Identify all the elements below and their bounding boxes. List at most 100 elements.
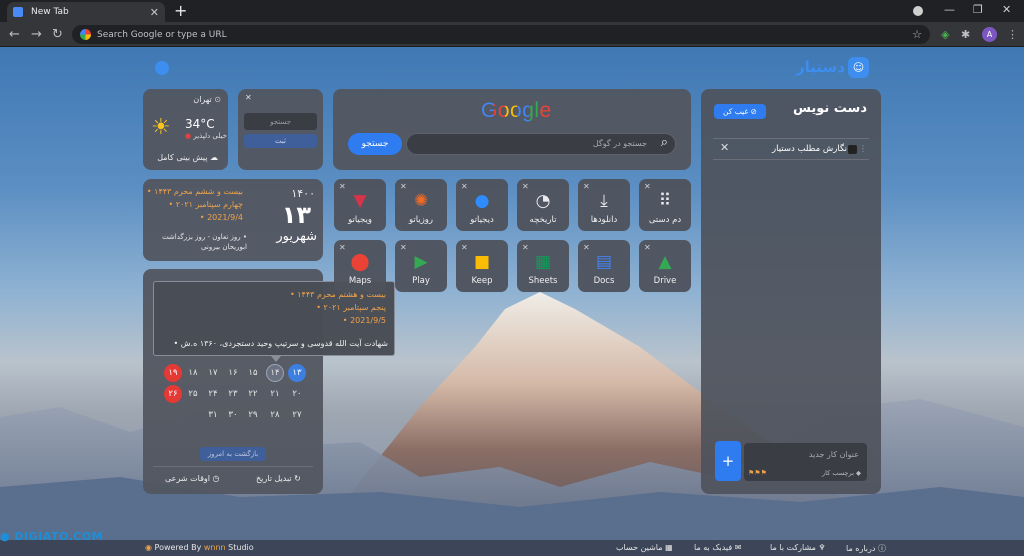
forecast-link[interactable]: پیش بینی کامل ☁ (157, 153, 218, 162)
shortcut-remove-icon[interactable]: ✕ (644, 182, 651, 191)
avatar[interactable]: A (982, 27, 997, 42)
current-month: شهریور (276, 229, 317, 244)
logo-icon[interactable]: ☺ (848, 57, 869, 78)
about-link[interactable]: درباره ما ⓘ (846, 543, 886, 554)
hijri-date: بیست و ششم محرم ۱۴۴۳ (154, 187, 243, 196)
shortcut-remove-icon[interactable]: ✕ (339, 243, 346, 252)
extension-icon[interactable]: ◈ (941, 28, 949, 41)
puzzle-icon[interactable]: ✱ (961, 28, 970, 41)
quick-note-submit-button[interactable]: ثبت (244, 134, 317, 148)
calendar-day[interactable]: ۳۱ (204, 406, 222, 424)
calendar-day[interactable]: ۲۸ (266, 406, 284, 424)
shortcut-digiato[interactable]: ✕ ● دیجیاتو (456, 179, 508, 231)
add-task-button[interactable]: + (715, 441, 741, 481)
calendar-day[interactable]: ۲۶ (164, 385, 182, 403)
shortcut-remove-icon[interactable]: ✕ (583, 182, 590, 191)
hide-button[interactable]: غیب کن ⊘ (714, 104, 766, 119)
back-arrow-icon[interactable]: ← (9, 27, 20, 42)
settings-gear-icon[interactable] (155, 61, 169, 75)
shortcut-play[interactable]: ✕ ▶ Play (395, 240, 447, 292)
shortcut-remove-icon[interactable]: ✕ (400, 182, 407, 191)
logo-text[interactable]: دستیار (796, 58, 845, 76)
tab-new-tab[interactable]: New Tab ✕ (7, 2, 165, 22)
todo-checkbox[interactable] (848, 145, 857, 154)
close-window-icon[interactable]: ✕ (1002, 3, 1011, 16)
shortcut-zoomit[interactable]: ✕ ✺ روزیاتو (395, 179, 447, 231)
shortcut-label: تاریخچه (529, 215, 557, 225)
calendar-day[interactable]: ۲۲ (244, 385, 262, 403)
tab-search-icon[interactable] (913, 6, 923, 16)
forward-arrow-icon[interactable]: → (31, 27, 42, 42)
shortcut-remove-icon[interactable]: ✕ (400, 243, 407, 252)
sun-icon: ☀ (151, 115, 171, 140)
calendar-day[interactable]: ۲۴ (204, 385, 222, 403)
shortcut-docs[interactable]: ✕ ▤ Docs (578, 240, 630, 292)
tag-label-text: برچسب کار (822, 469, 854, 477)
minimize-icon[interactable]: — (944, 3, 955, 16)
trophy-icon: ♆ (818, 543, 826, 552)
calendar-day[interactable]: ۱۳ (288, 364, 306, 382)
shortcut-sheets[interactable]: ✕ ▦ Sheets (517, 240, 569, 292)
todo-delete-icon[interactable]: ✕ (720, 141, 729, 154)
flag-icons[interactable]: ⚑⚑⚑ (748, 469, 767, 477)
reload-icon[interactable]: ↻ (52, 27, 63, 42)
refresh-icon: ↻ (294, 474, 301, 483)
calendar-day[interactable]: ۱۸ (184, 364, 202, 382)
calendar-day[interactable]: ۱۵ (244, 364, 262, 382)
calendar-day[interactable]: ۲۱ (266, 385, 284, 403)
shortcut-handy[interactable]: ✕ ⠿ دم دستی (639, 179, 691, 231)
google-search-input[interactable]: جستجو در گوگل ⌕ (406, 133, 676, 155)
calendar-day[interactable]: ۲۳ (224, 385, 242, 403)
calendar-day[interactable]: ۲۷ (288, 406, 306, 424)
shortcut-remove-icon[interactable]: ✕ (461, 243, 468, 252)
maps-icon: ⬤ (350, 252, 370, 272)
calendar-day[interactable]: ۳۰ (224, 406, 242, 424)
todo-item[interactable]: ✕ نگارش مطلب دستیار ⋮ (713, 138, 869, 160)
history-icon: ◔ (535, 191, 551, 211)
calendar-day[interactable]: ۱۶ (224, 364, 242, 382)
zoomit-icon: ✺ (413, 191, 429, 211)
shortcut-remove-icon[interactable]: ✕ (522, 182, 529, 191)
shortcut-history[interactable]: ✕ ◔ تاریخچه (517, 179, 569, 231)
clock-icon: ◷ (212, 474, 220, 483)
powered-by[interactable]: ◉ Powered By wnnn Studio (145, 543, 254, 552)
shortcut-remove-icon[interactable]: ✕ (339, 182, 346, 191)
calendar-day[interactable]: ۱۷ (204, 364, 222, 382)
watermark: ● DIGIATO.COM (0, 530, 103, 543)
shortcut-downloads[interactable]: ✕ ⤓ دانلودها (578, 179, 630, 231)
tab-close-icon[interactable]: ✕ (150, 6, 159, 19)
drag-handle-icon[interactable]: ⋮ (859, 144, 867, 153)
bookmark-star-icon[interactable]: ☆ (912, 28, 922, 41)
feedback-link[interactable]: فیدبک به ما ✉ (694, 543, 741, 552)
convert-date-link[interactable]: تبدیل تاریخ ↻ (256, 474, 301, 483)
shortcut-label: ویجیاتو (348, 215, 372, 225)
tag-label[interactable]: برچسب کار ◆ (822, 469, 861, 477)
shortcut-label: Sheets (528, 276, 558, 286)
calculator-link[interactable]: ماشین حساب ▦ (616, 543, 673, 552)
shortcut-remove-icon[interactable]: ✕ (522, 243, 529, 252)
new-tab-button[interactable]: + (174, 1, 187, 20)
contribute-link[interactable]: مشارکت با ما ♆ (770, 543, 826, 552)
shortcut-remove-icon[interactable]: ✕ (461, 182, 468, 191)
search-icon[interactable]: ⌕ (661, 135, 668, 150)
calendar-day[interactable]: ۱۹ (164, 364, 182, 382)
shortcut-maps[interactable]: ✕ ⬤ Maps (334, 240, 386, 292)
maximize-icon[interactable]: ❐ (973, 3, 983, 16)
back-to-today-button[interactable]: بازگشت به امروز (200, 447, 266, 461)
quick-note-input[interactable]: جستجو (244, 113, 317, 130)
menu-dots-icon[interactable]: ⋮ (1007, 28, 1018, 41)
calendar-day[interactable]: ۲۰ (288, 385, 306, 403)
shortcut-keep[interactable]: ✕ ■ Keep (456, 240, 508, 292)
calendar-day[interactable]: ۲۹ (244, 406, 262, 424)
search-button[interactable]: جستجو (348, 133, 402, 155)
calendar-day[interactable]: ۲۵ (184, 385, 202, 403)
omnibox[interactable]: Search Google or type a URL ☆ (72, 25, 930, 44)
quick-note-close-icon[interactable]: ✕ (245, 93, 252, 102)
shortcut-vigiato[interactable]: ✕ ▼ ویجیاتو (334, 179, 386, 231)
shortcut-drive[interactable]: ✕ ▲ Drive (639, 240, 691, 292)
prayer-times-link[interactable]: اوقات شرعی ◷ (165, 474, 220, 483)
shortcut-remove-icon[interactable]: ✕ (644, 243, 651, 252)
new-task-input[interactable]: عنوان کار جدید برچسب کار ◆ ⚑⚑⚑ (744, 443, 867, 481)
shortcut-remove-icon[interactable]: ✕ (583, 243, 590, 252)
calendar-day[interactable]: ۱۴ (266, 364, 284, 382)
